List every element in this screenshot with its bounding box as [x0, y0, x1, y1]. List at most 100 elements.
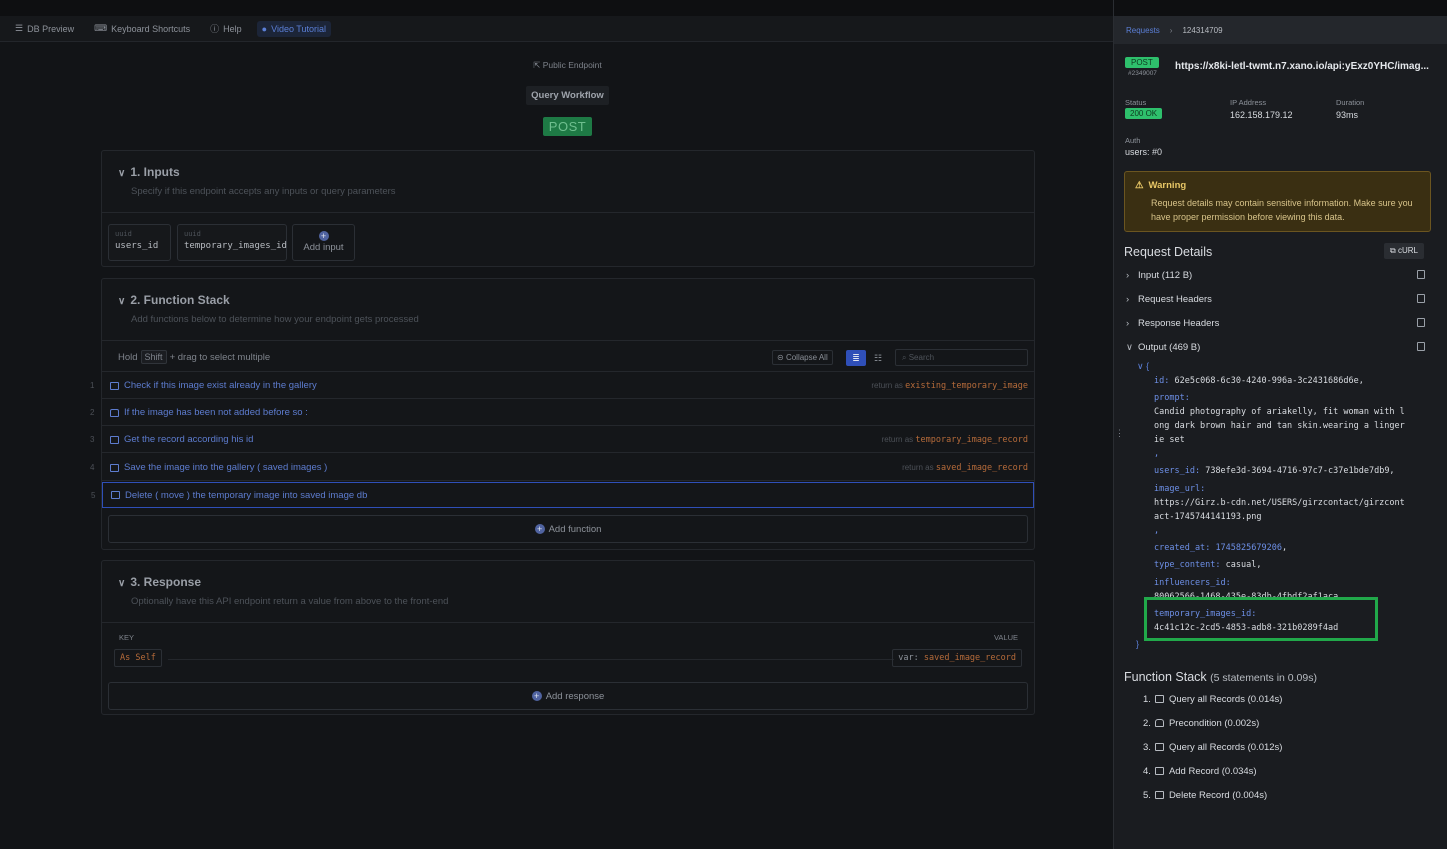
top-strip: [0, 0, 1113, 16]
table-icon: [1154, 743, 1164, 751]
key-header: KEY: [119, 633, 135, 642]
table-icon: [110, 435, 119, 444]
json-line: prompt:: [1154, 393, 1190, 403]
status-badge: 200 OK: [1125, 108, 1163, 119]
function-stack-item: 1. Query all Records (0.014s): [1143, 694, 1283, 705]
copy-icon[interactable]: [1417, 342, 1425, 351]
table-icon: [110, 381, 119, 390]
help-icon: ⓘ: [210, 24, 220, 34]
copy-icon[interactable]: [1417, 270, 1425, 279]
request-id: #2349007: [1128, 70, 1157, 77]
curl-button[interactable]: ⧉ cURL: [1384, 243, 1424, 259]
chevron-down-icon: ∨: [1126, 342, 1133, 353]
chevron-down-icon: ∨: [118, 168, 126, 179]
chevron-right-icon: ›: [1126, 294, 1130, 305]
add-response-button[interactable]: + Add response: [108, 682, 1028, 710]
lock-icon: [110, 408, 119, 417]
plus-icon: +: [531, 691, 542, 701]
plus-icon: +: [534, 524, 545, 534]
response-headers-toggle[interactable]: › Response Headers: [1126, 318, 1219, 329]
breadcrumb-request-id: 124314709: [1182, 25, 1223, 35]
inputs-title[interactable]: ∨ 1. Inputs: [118, 165, 1018, 179]
response-value-chip[interactable]: var: saved_image_record: [892, 649, 1022, 667]
external-link-icon: ⇱: [533, 60, 543, 70]
search-icon: ⌕: [902, 353, 909, 362]
video-tutorial-button[interactable]: ● Video Tutorial: [256, 20, 331, 37]
json-line: ie set: [1154, 435, 1185, 445]
input-temporary-images-id[interactable]: uuid temporary_images_id: [177, 224, 287, 261]
method-button[interactable]: POST: [542, 117, 593, 136]
play-icon: ●: [261, 23, 268, 34]
copy-icon[interactable]: [1417, 318, 1425, 327]
json-line: ong dark brown hair and tan skin.wearing…: [1154, 421, 1405, 431]
json-line: Candid photography of ariakelly, fit wom…: [1154, 407, 1405, 417]
ip-value: 162.158.179.12: [1230, 110, 1293, 120]
help-button[interactable]: ⓘ Help: [205, 19, 247, 38]
function-row[interactable]: 1 Check if this image exist already in t…: [90, 373, 1034, 399]
collapse-all-button[interactable]: ⊝ Collapse All: [772, 350, 833, 365]
function-row[interactable]: 4 Save the image into the gallery ( save…: [90, 455, 1034, 481]
table-icon: [111, 491, 120, 499]
json-open-brace[interactable]: ∨ {: [1137, 361, 1149, 372]
add-input-button[interactable]: + Add input: [292, 224, 355, 261]
table-icon: [1154, 767, 1164, 775]
request-headers-toggle[interactable]: › Request Headers: [1126, 294, 1212, 305]
table-icon: [1154, 791, 1164, 799]
resize-handle[interactable]: ⋮: [1115, 428, 1124, 439]
keyboard-shortcuts-button[interactable]: ⌨ Keyboard Shortcuts: [89, 20, 195, 37]
endpoint-editor: ⇱ Public Endpoint Query Workflow POST ∨ 1…: [0, 42, 1113, 849]
public-endpoint-label: ⇱ Public Endpoint: [533, 60, 602, 70]
json-comma: ,: [1154, 449, 1160, 459]
inputs-card: ∨ 1. Inputs Specify if this endpoint acce…: [101, 150, 1035, 267]
query-workflow-label: Query Workflow: [526, 86, 609, 105]
function-stack-subtitle: Add functions below to determine how you…: [131, 314, 419, 325]
chevron-right-icon: ›: [1126, 318, 1130, 329]
breadcrumb-requests-link[interactable]: Requests: [1126, 26, 1160, 35]
copy-icon[interactable]: [1417, 294, 1425, 303]
input-section-toggle[interactable]: › Input (112 B): [1126, 270, 1192, 281]
warning-box: ⚠ Warning Request details may contain sen…: [1124, 171, 1431, 232]
lock-icon: [1154, 719, 1164, 727]
response-title[interactable]: ∨ 3. Response: [118, 575, 1018, 589]
auth-value: users: #0: [1125, 147, 1163, 157]
list-view-icon[interactable]: ≣: [846, 350, 866, 366]
chevron-right-icon: ›: [1126, 270, 1130, 281]
value-header: VALUE: [993, 633, 1018, 642]
function-stack-card: ∨ 2. Function Stack Add functions below t…: [90, 278, 1035, 550]
table-icon: [110, 463, 119, 472]
json-line: https://Girz.b-cdn.net/USERS/girzcontact…: [1154, 498, 1405, 508]
function-row[interactable]: 3 Get the record according his id return…: [90, 427, 1034, 453]
json-line: act-1745744141193.png: [1154, 512, 1262, 522]
chevron-right-icon: ›: [1169, 25, 1173, 35]
keyboard-icon: ⌨: [94, 23, 108, 33]
shift-key: Shift: [140, 350, 167, 364]
tree-view-icon[interactable]: ☷: [868, 350, 888, 366]
database-icon: ☰: [15, 23, 24, 33]
function-search-input[interactable]: ⌕ Search: [895, 349, 1028, 366]
chevron-down-icon: ∨: [118, 296, 126, 307]
request-details-title: Request Details: [1124, 245, 1213, 259]
function-row-selected[interactable]: 5 Delete ( move ) the temporary image in…: [91, 482, 1034, 508]
duration-value: 93ms: [1336, 110, 1359, 120]
table-icon: [1154, 695, 1164, 703]
function-stack-toolbar: Hold Shift + drag to select multiple ⊝ C…: [102, 343, 1034, 372]
auth-label: Auth: [1125, 136, 1141, 145]
editor-toolbar: ☰ DB Preview ⌨ Keyboard Shortcuts ⓘ Help ● V…: [0, 16, 1113, 42]
function-stack-title[interactable]: ∨ 2. Function Stack: [118, 293, 1018, 307]
collapse-icon: ⊝: [777, 353, 786, 362]
function-row[interactable]: 2 If the image has been not added before…: [90, 400, 1034, 426]
method-badge: POST: [1125, 57, 1159, 68]
response-key-chip[interactable]: As Self: [114, 649, 162, 667]
function-stack-item: 5. Delete Record (0.004s): [1143, 790, 1268, 801]
input-users-id[interactable]: uuid users_id: [108, 224, 171, 261]
output-section-toggle[interactable]: ∨ Output (469 B): [1126, 342, 1200, 353]
function-stack-item: 2. Precondition (0.002s): [1143, 718, 1260, 729]
json-comma: ,: [1154, 526, 1160, 536]
highlight-box: [1144, 597, 1378, 641]
json-line: influencers_id:: [1154, 578, 1231, 588]
json-close-brace: }: [1136, 639, 1140, 649]
json-line: type_content: casual,: [1154, 560, 1262, 570]
db-preview-button[interactable]: ☰ DB Preview: [10, 20, 79, 37]
add-function-button[interactable]: + Add function: [108, 515, 1028, 543]
function-stack-item: 3. Query all Records (0.012s): [1143, 742, 1283, 753]
